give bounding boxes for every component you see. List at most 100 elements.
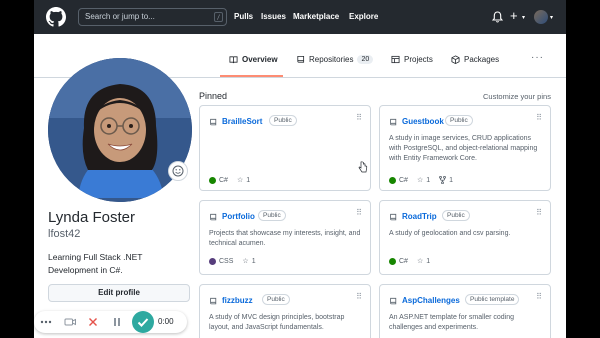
visibility-badge: Public [445,115,473,126]
recording-timer: 0:00 [158,317,174,326]
fork-count-value: 1 [449,176,454,184]
profile-name: Lynda Foster [48,209,135,226]
language-color-dot [209,176,216,184]
drag-handle-icon[interactable]: ⠿ [356,209,362,217]
visibility-badge: Public [262,294,290,305]
language-color-dot [209,257,216,265]
profile-photo [48,58,192,202]
language-label: C# [399,257,408,265]
stars-count[interactable]: ☆ 1 [242,257,256,266]
pinned-repo-card: Portfolio Public ⠿ Projects that showcas… [199,200,371,275]
nav-issues[interactable]: Issues [261,12,286,21]
repo-title-link[interactable]: RoadTrip [402,212,437,221]
repo-description: An ASP.NET template for smaller coding c… [389,314,515,331]
visibility-badge: Public template [465,294,520,305]
visibility-badge: Public [258,210,286,221]
stars-count[interactable]: ☆ 1 [237,176,250,185]
language-tag: C# [209,176,228,184]
repository-count-badge: 20 [357,55,374,64]
screen-recorder-toolbar: 0:00 [34,311,187,333]
tab-label: Packages [464,55,500,64]
repo-meta: C# ☆ 1 [389,257,430,265]
mouse-pointer-icon [358,161,368,173]
language-label: CSS [219,257,234,265]
delete-recording-icon[interactable] [86,315,100,329]
pinned-repo-card: Guestbook Public ⠿ A study in image serv… [379,105,551,191]
stars-count[interactable]: ☆ 1 [417,176,430,185]
repo-title-link[interactable]: Guestbook [402,117,444,126]
chevron-down-icon[interactable]: ▾ [522,14,525,21]
repo-title-link[interactable]: AspChallenges [402,296,460,305]
profile-login: lfost42 [48,228,81,240]
drag-handle-icon[interactable]: ⠿ [356,114,362,122]
language-tag: CSS [209,257,234,265]
star-count-value: 1 [426,257,431,265]
tab-overview[interactable]: Overview [229,55,278,64]
pause-icon[interactable] [110,315,124,329]
repo-title-link[interactable]: BrailleSort [222,117,262,126]
fork-icon [439,176,447,184]
repo-description: Projects that showcase my interests, ins… [209,230,361,247]
package-icon [451,55,460,64]
user-avatar-menu[interactable] [534,10,548,24]
stars-count[interactable]: ☆ 1 [417,257,431,266]
camera-off-icon[interactable] [63,315,77,329]
pinned-heading: Pinned [199,91,228,101]
book-icon [229,56,238,64]
language-tag: C# [389,176,408,184]
repo-description: A study of geolocation and csv parsing. [389,230,511,237]
repo-icon [297,55,305,63]
tab-repositories[interactable]: Repositories 20 [296,55,374,64]
repo-icon [210,297,217,305]
create-new-plus-icon[interactable]: + [510,8,518,23]
search-input[interactable]: Search or jump to... / [78,8,227,26]
tab-label: Overview [242,55,278,64]
tab-packages[interactable]: Packages [451,55,499,64]
more-tabs-icon[interactable]: ··· [531,52,544,63]
repo-meta: C# ☆ 1 [209,176,250,184]
repo-meta: C# ☆ 1 1 [389,176,453,184]
star-count-value: 1 [251,257,256,265]
tab-label: Projects [404,55,433,64]
global-header: Search or jump to... / Pulls Issues Mark… [34,0,566,34]
github-profile-window: Search or jump to... / Pulls Issues Mark… [34,0,566,338]
github-logo-icon[interactable] [46,7,66,27]
pinned-repo-card: BrailleSort Public ⠿ C# ☆ 1 [199,105,371,191]
language-color-dot [389,176,396,184]
smiley-icon [172,165,184,177]
tab-projects[interactable]: Projects [391,55,433,64]
set-status-button[interactable] [168,161,188,181]
repo-description: A study of MVC design principles, bootst… [209,314,345,331]
visibility-badge: Public [269,115,297,126]
repo-icon [390,297,397,305]
repo-icon [390,118,397,126]
language-tag: C# [389,257,408,265]
profile-bio: Learning Full Stack .NET Development in … [48,252,143,275]
nav-marketplace[interactable]: Marketplace [293,12,339,21]
finish-recording-button[interactable] [132,311,154,333]
chevron-down-icon[interactable]: ▾ [550,14,553,21]
profile-avatar[interactable] [48,58,192,202]
repo-title-link[interactable]: Portfolio [222,212,255,221]
visibility-badge: Public [442,210,470,221]
language-label: C# [219,176,228,184]
tab-label: Repositories [309,55,354,64]
edit-profile-button[interactable]: Edit profile [48,284,190,302]
customize-pins-link[interactable]: Customize your pins [483,92,551,101]
language-label: C# [399,176,408,184]
table-icon [391,55,400,64]
repo-icon [210,213,217,221]
language-color-dot [389,257,396,265]
bell-icon[interactable] [492,11,503,23]
repo-title-link[interactable]: fizzbuzz [222,296,253,305]
drag-handle-icon[interactable]: ⠿ [536,209,542,217]
forks-count[interactable]: 1 [439,176,453,184]
drag-handle-icon[interactable]: ⠿ [536,293,542,301]
drag-handle-icon[interactable]: ⠿ [356,293,362,301]
more-options-icon[interactable] [39,315,53,329]
nav-explore[interactable]: Explore [349,12,378,21]
pinned-repo-card: RoadTrip Public ⠿ A study of geolocation… [379,200,551,275]
repo-description: A study in image services, CRUD applicat… [389,135,538,162]
nav-pulls[interactable]: Pulls [234,12,253,21]
drag-handle-icon[interactable]: ⠿ [536,114,542,122]
